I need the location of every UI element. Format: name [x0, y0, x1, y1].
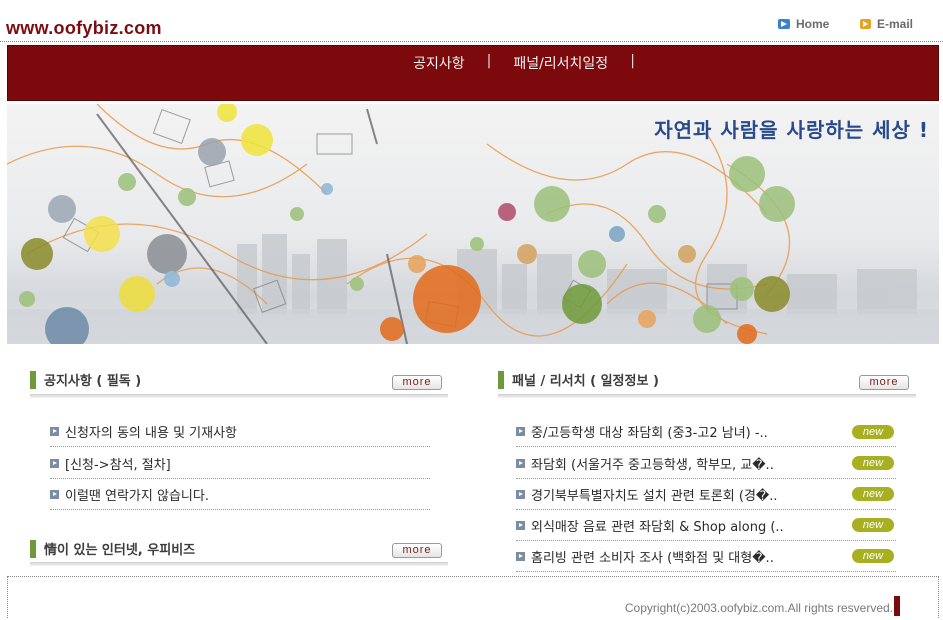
new-badge: new [852, 425, 894, 439]
nav-item-notice[interactable]: 공지사항 [391, 53, 487, 73]
new-badge: new [852, 549, 894, 563]
notice-section-title: 공지사항 ( 필독 ) [30, 370, 141, 389]
info-more-button[interactable]: more [392, 543, 442, 558]
bullet-arrow-icon [516, 459, 525, 468]
nav-menu: 공지사항 | 패널/리서치일정 | [8, 53, 938, 73]
panel-list-item[interactable]: 좌담회 (서울거주 중고등학생, 학부모, 교�.. [516, 455, 896, 479]
hero-banner: 자연과 사람을 사랑하는 세상 ! [7, 104, 939, 344]
panel-section-title: 패널 / 리서치 ( 일정정보 ) [498, 370, 659, 389]
panel-item-text: 좌담회 (서울거주 중고등학생, 학부모, 교�.. [531, 458, 774, 473]
bullet-arrow-icon [50, 427, 59, 436]
email-link[interactable]: E-mail [860, 17, 913, 31]
section-marker [30, 539, 36, 558]
bullet-arrow-icon [516, 490, 525, 499]
notice-list-item[interactable]: [신청->참석, 절차] [50, 455, 430, 479]
site-logo[interactable]: www.oofybiz.com [6, 18, 162, 39]
banner-slogan: 자연과 사람을 사랑하는 세상 ! [654, 118, 929, 142]
panel-more-button[interactable]: more [859, 375, 909, 390]
notice-list-item[interactable]: 이럴땐 연락가지 않습니다. [50, 486, 430, 510]
panel-title-text: 패널 / 리서치 ( 일정정보 ) [512, 374, 659, 389]
bullet-arrow-icon [50, 459, 59, 468]
nav-item-panel-schedule[interactable]: 패널/리서치일정 [491, 53, 630, 73]
notice-item-text: 이럴땐 연락가지 않습니다. [65, 489, 209, 504]
panel-item-text: 경기북부특별자치도 설치 관련 토론회 (경�.. [531, 489, 778, 504]
new-badge: new [852, 456, 894, 470]
home-arrow-icon [778, 19, 790, 29]
section-marker [30, 370, 36, 389]
panel-item-text: 중/고등학생 대상 좌담회 (중3-고2 남녀) -.. [531, 426, 768, 441]
panel-item-text: 홈리빙 관련 소비자 조사 (백화점 및 대형�.. [531, 551, 774, 566]
section-marker [498, 370, 504, 389]
notice-title-rule [30, 394, 448, 398]
notice-list-item[interactable]: 신청자의 동의 내용 및 기재사항 [50, 423, 430, 447]
panel-list-item[interactable]: 홈리빙 관련 소비자 조사 (백화점 및 대형�.. [516, 548, 896, 572]
email-arrow-icon [860, 19, 871, 29]
bullet-arrow-icon [516, 427, 525, 436]
info-section-title: 情이 있는 인터넷, 우피비즈 [30, 539, 195, 558]
bullet-arrow-icon [516, 552, 525, 561]
notice-title-text: 공지사항 ( 필독 ) [44, 374, 142, 389]
panel-title-rule [498, 394, 916, 398]
notice-item-text: [신청->참석, 절차] [65, 458, 171, 473]
main-navbar: 공지사항 | 패널/리서치일정 | [7, 45, 939, 101]
info-title-rule [30, 562, 448, 566]
notice-more-button[interactable]: more [392, 375, 442, 390]
panel-list-item[interactable]: 외식매장 음료 관련 좌담회 & Shop along (.. [516, 517, 896, 541]
copyright-text: Copyright(c)2003.oofybiz.com.All rights … [624, 601, 893, 615]
nav-separator: | [630, 53, 635, 69]
bullet-arrow-icon [50, 490, 59, 499]
header-divider [0, 41, 943, 42]
notice-item-text: 신청자의 동의 내용 및 기재사항 [65, 426, 238, 441]
info-title-text: 情이 있는 인터넷, 우피비즈 [44, 543, 196, 558]
panel-item-text: 외식매장 음료 관련 좌담회 & Shop along (.. [531, 520, 784, 535]
panel-list-item[interactable]: 중/고등학생 대상 좌담회 (중3-고2 남녀) -.. [516, 423, 896, 447]
new-badge: new [852, 518, 894, 532]
new-badge: new [852, 487, 894, 501]
email-link-label: E-mail [877, 17, 914, 31]
bullet-arrow-icon [516, 521, 525, 530]
home-link-label: Home [796, 17, 830, 31]
footer-accent-bar [894, 596, 900, 616]
panel-list-item[interactable]: 경기북부특별자치도 설치 관련 토론회 (경�.. [516, 486, 896, 510]
home-link[interactable]: Home [778, 17, 829, 31]
